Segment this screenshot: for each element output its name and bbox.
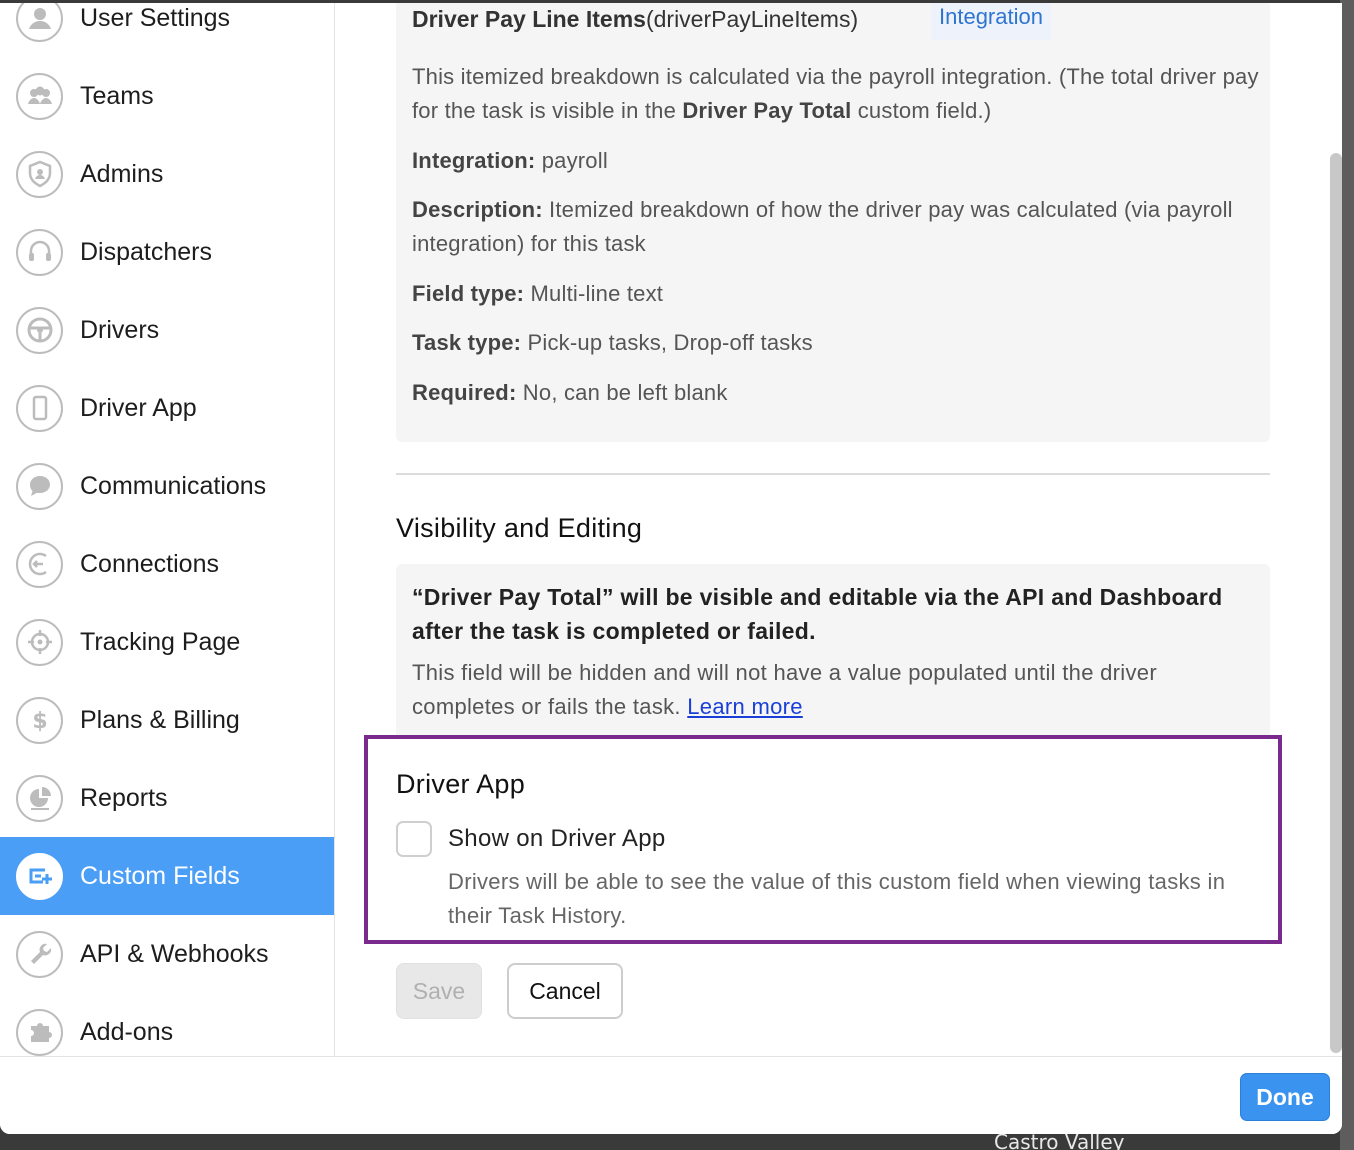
- field-task-type: Task type: Pick-up tasks, Drop-off tasks: [412, 330, 813, 355]
- sidebar-item-label: Dispatchers: [80, 237, 212, 266]
- steering-wheel-icon: [16, 306, 63, 354]
- field-type: Field type: Multi-line text: [412, 281, 664, 306]
- custom-field-add-icon: [16, 852, 63, 900]
- phone-icon: [16, 384, 63, 432]
- sidebar-item-api-webhooks[interactable]: API & Webhooks: [0, 915, 334, 993]
- custom-field-detail-panel: Driver Pay Line Items(driverPayLineItems…: [336, 3, 1342, 1056]
- learn-more-link[interactable]: Learn more: [687, 694, 803, 719]
- driver-app-section: Driver App Show on Driver App Drivers wi…: [364, 735, 1282, 944]
- show-on-driver-app-description: Drivers will be able to see the value of…: [448, 869, 1226, 928]
- svg-text:$: $: [32, 709, 47, 734]
- sidebar-item-label: User Settings: [80, 3, 231, 32]
- visibility-explanation: This field will be hidden and will not h…: [412, 660, 1157, 719]
- sidebar-item-user-settings[interactable]: User Settings: [0, 3, 334, 57]
- save-button[interactable]: Save: [396, 963, 482, 1019]
- sidebar-item-teams[interactable]: Teams: [0, 57, 334, 135]
- map-edge: [1340, 0, 1354, 1150]
- sidebar-item-label: Add-ons: [80, 1017, 174, 1046]
- cancel-button[interactable]: Cancel: [507, 963, 623, 1019]
- settings-sidebar: User Settings Teams Admins Dispatchers D…: [0, 3, 335, 1056]
- puzzle-icon: [16, 1008, 63, 1056]
- sidebar-item-custom-fields[interactable]: Custom Fields: [0, 837, 334, 915]
- done-button[interactable]: Done: [1240, 1073, 1330, 1121]
- sidebar-item-label: Tracking Page: [80, 627, 241, 656]
- pie-chart-icon: [16, 774, 63, 822]
- sidebar-item-label: Plans & Billing: [80, 705, 240, 734]
- sidebar-item-label: Reports: [80, 783, 168, 812]
- sidebar-item-label: Custom Fields: [80, 861, 240, 890]
- sidebar-item-label: Drivers: [80, 315, 160, 344]
- show-on-driver-app-checkbox[interactable]: [396, 821, 432, 857]
- sidebar-item-label: Connections: [80, 549, 219, 578]
- sidebar-item-label: Admins: [80, 159, 164, 188]
- chat-bubble-icon: [16, 462, 63, 510]
- sidebar-item-label: Teams: [80, 81, 154, 110]
- sidebar-item-tracking-page[interactable]: Tracking Page: [0, 603, 334, 681]
- sidebar-item-connections[interactable]: Connections: [0, 525, 334, 603]
- sidebar-item-admins[interactable]: Admins: [0, 135, 334, 213]
- modal-footer: Done: [0, 1056, 1342, 1134]
- field-info-card: Driver Pay Line Items(driverPayLineItems…: [396, 3, 1270, 442]
- user-icon: [16, 3, 63, 42]
- headset-icon: [16, 228, 63, 276]
- section-divider: [396, 473, 1270, 475]
- wrench-icon: [16, 930, 63, 978]
- dollar-icon: $: [16, 696, 63, 744]
- field-intro: This itemized breakdown is calculated vi…: [412, 64, 1259, 123]
- connections-icon: [16, 540, 63, 588]
- sidebar-item-add-ons[interactable]: Add-ons: [0, 993, 334, 1056]
- field-required: Required: No, can be left blank: [412, 380, 728, 405]
- sidebar-item-label: API & Webhooks: [80, 939, 269, 968]
- target-icon: [16, 618, 63, 666]
- sidebar-item-plans-billing[interactable]: $ Plans & Billing: [0, 681, 334, 759]
- show-on-driver-app-label[interactable]: Show on Driver App: [448, 825, 666, 853]
- field-integration: Integration: payroll: [412, 148, 608, 173]
- shield-icon: [16, 150, 63, 198]
- sidebar-item-label: Driver App: [80, 393, 197, 422]
- sidebar-item-drivers[interactable]: Drivers: [0, 291, 334, 369]
- visibility-card: “Driver Pay Total” will be visible and e…: [396, 564, 1270, 739]
- field-title: Driver Pay Line Items(driverPayLineItems…: [412, 6, 859, 32]
- driver-app-heading: Driver App: [396, 769, 526, 799]
- settings-modal: User Settings Teams Admins Dispatchers D…: [0, 3, 1342, 1134]
- sidebar-item-driver-app[interactable]: Driver App: [0, 369, 334, 447]
- sidebar-item-dispatchers[interactable]: Dispatchers: [0, 213, 334, 291]
- sidebar-item-communications[interactable]: Communications: [0, 447, 334, 525]
- visibility-heading: Visibility and Editing: [396, 513, 643, 543]
- field-description: Description: Itemized breakdown of how t…: [412, 197, 1233, 256]
- sidebar-item-reports[interactable]: Reports: [0, 759, 334, 837]
- visibility-summary: “Driver Pay Total” will be visible and e…: [412, 584, 1223, 644]
- integration-badge: Integration: [931, 3, 1051, 40]
- content-scrollbar[interactable]: [1330, 153, 1342, 1053]
- teams-icon: [16, 72, 63, 120]
- sidebar-item-label: Communications: [80, 471, 267, 500]
